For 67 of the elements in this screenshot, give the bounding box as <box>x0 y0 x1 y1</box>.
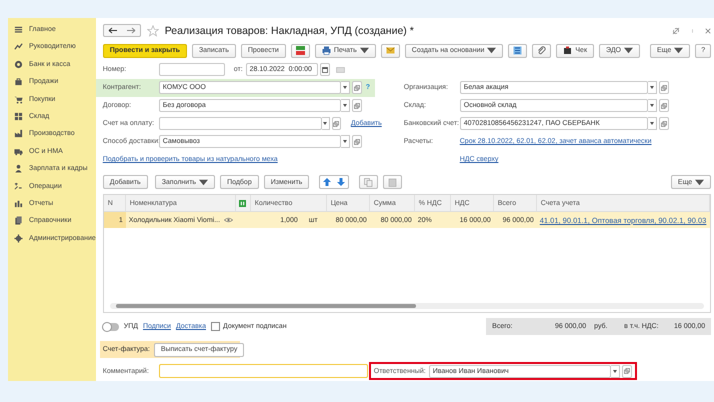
caret-icon <box>342 140 347 144</box>
close-icon[interactable] <box>705 28 712 34</box>
operations-icon <box>14 182 23 191</box>
caret-icon <box>650 104 654 108</box>
caret-icon <box>360 46 369 56</box>
envelope-button[interactable] <box>380 44 400 58</box>
grid-icon <box>14 112 23 121</box>
envelope-icon <box>386 46 395 56</box>
checkbox[interactable] <box>211 322 220 332</box>
caret-icon <box>342 104 347 108</box>
caret-icon <box>612 370 617 373</box>
caret-icon <box>624 46 633 56</box>
navigation-buttons[interactable] <box>102 24 141 38</box>
person-icon <box>14 164 23 174</box>
bar-chart-icon <box>14 198 23 208</box>
cart-icon <box>14 94 23 104</box>
copy-icon <box>364 178 374 187</box>
caret-icon <box>199 178 208 187</box>
books-icon <box>14 216 23 226</box>
comment-field[interactable] <box>158 364 368 378</box>
receipt-icon <box>563 46 572 56</box>
copy-button[interactable] <box>359 175 378 190</box>
caret-icon <box>650 86 654 90</box>
calendar-button[interactable] <box>320 63 330 76</box>
open-button[interactable] <box>658 99 669 112</box>
printer-icon <box>322 46 331 56</box>
factory-icon <box>14 129 23 138</box>
trend-icon <box>14 42 23 52</box>
dropdown-button[interactable] <box>340 135 350 148</box>
open-button[interactable] <box>658 81 669 94</box>
caret-icon <box>674 46 684 56</box>
link-icon[interactable] <box>672 26 680 35</box>
move-buttons[interactable] <box>319 175 350 190</box>
caret-icon <box>695 178 704 187</box>
caret-icon <box>650 122 654 126</box>
caret-icon <box>342 86 347 90</box>
toggle-switch[interactable] <box>102 322 119 331</box>
gear-icon <box>14 234 23 243</box>
dropdown-button[interactable] <box>340 81 350 94</box>
dropdown-button[interactable] <box>648 99 657 112</box>
star-icon[interactable] <box>146 24 159 37</box>
bag-icon <box>14 77 23 86</box>
dropdown-button[interactable] <box>648 117 657 130</box>
open-button[interactable] <box>658 117 669 130</box>
select-field[interactable] <box>158 117 322 130</box>
table-settings-icon[interactable] <box>239 200 246 207</box>
truck-icon <box>14 146 23 156</box>
dropdown-button[interactable] <box>322 117 330 130</box>
menu-icon <box>14 25 23 34</box>
number-field[interactable] <box>158 63 225 76</box>
caret-icon <box>323 122 328 126</box>
coin-icon <box>14 60 23 69</box>
window-title: Реализация товаров: Накладная, УПД (создание) * <box>164 24 414 37</box>
paste-button[interactable] <box>383 175 402 190</box>
open-button[interactable] <box>352 81 362 94</box>
horizontal-scrollbar[interactable] <box>110 303 704 310</box>
paperclip-icon <box>537 46 546 56</box>
dropdown-button[interactable] <box>340 99 350 112</box>
open-button[interactable] <box>622 364 632 378</box>
eye-icon[interactable] <box>224 217 233 224</box>
open-button[interactable] <box>352 99 362 112</box>
dropdown-button[interactable] <box>648 81 657 94</box>
open-button[interactable] <box>332 117 341 130</box>
paperclip-button[interactable] <box>532 44 552 58</box>
caret-icon <box>487 46 496 56</box>
open-button[interactable] <box>352 135 362 148</box>
dropdown-button[interactable] <box>610 364 620 378</box>
